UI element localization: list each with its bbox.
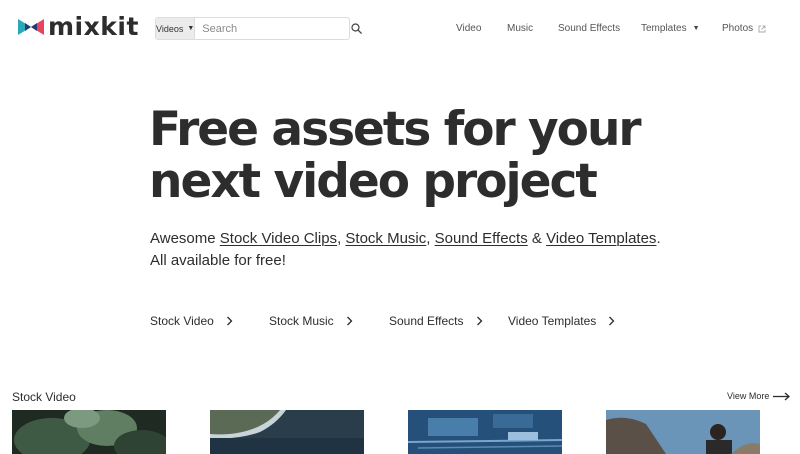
nav-video-label: Video	[456, 23, 482, 34]
view-more-link[interactable]: View More	[727, 391, 791, 401]
link-video-templates[interactable]: Video Templates	[546, 230, 656, 247]
nav-video[interactable]: Video	[456, 23, 481, 34]
category-link-sound-effects[interactable]: Sound Effects	[389, 314, 483, 328]
video-thumbnail-green-leaves[interactable]	[12, 410, 166, 454]
category-link-stock-video[interactable]: Stock Video	[150, 314, 233, 328]
person-outdoors-thumbnail-image	[606, 410, 760, 454]
subtitle-ampersand: &	[527, 230, 547, 247]
category-link-video-templates[interactable]: Video Templates	[508, 314, 615, 328]
subtitle-period: .	[656, 230, 661, 247]
category-label: Stock Music	[269, 314, 334, 328]
chevron-right-icon	[346, 316, 353, 326]
video-thumbnail-person[interactable]	[606, 410, 760, 454]
coastline-aerial-thumbnail-image	[210, 410, 364, 454]
category-label: Video Templates	[508, 314, 597, 328]
nav-music-label: Music	[507, 23, 534, 34]
external-link-icon	[758, 25, 766, 32]
view-more-label: View More	[727, 391, 770, 401]
nav-photos-label: Photos	[722, 23, 754, 34]
hero-title: Free assets for your next video project	[149, 104, 709, 208]
logo[interactable]: mixkit	[18, 14, 139, 39]
search-type-dropdown[interactable]: Videos ▼	[156, 18, 196, 39]
chevron-right-icon	[476, 316, 482, 326]
video-thumbnail-coastline[interactable]	[210, 410, 364, 454]
link-sound-effects[interactable]: Sound Effects	[435, 230, 528, 247]
logo-mark-icon	[18, 18, 44, 35]
search-input[interactable]	[195, 18, 352, 39]
site-header: mixkit Videos ▼ Video Music Sound Effect…	[0, 0, 800, 58]
video-thumbnail-circuit[interactable]	[408, 410, 562, 454]
link-stock-music[interactable]: Stock Music	[345, 230, 426, 247]
circuit-board-thumbnail-image	[408, 410, 562, 454]
hero-title-line1: Free assets for your	[149, 102, 642, 157]
stock-video-section-title: Stock Video	[12, 390, 76, 404]
hero-subtitle: Awesome Stock Video Clips, Stock Music, …	[150, 228, 710, 272]
nav-sound-effects[interactable]: Sound Effects	[558, 23, 620, 34]
nav-templates-label: Templates	[641, 23, 687, 34]
nav-photos[interactable]: Photos	[722, 23, 766, 34]
category-link-stock-music[interactable]: Stock Music	[269, 314, 353, 328]
nav-sound-effects-label: Sound Effects	[558, 23, 621, 34]
search-icon	[351, 23, 363, 34]
search-type-label: Videos	[156, 23, 184, 34]
nav-music[interactable]: Music	[507, 23, 533, 34]
green-leaves-thumbnail-image	[12, 410, 166, 454]
subtitle-prefix: Awesome	[150, 230, 220, 247]
chevron-right-icon	[609, 316, 615, 326]
logo-text: mixkit	[48, 12, 139, 41]
subtitle-line2: All available for free!	[150, 252, 286, 269]
subtitle-comma: ,	[426, 230, 435, 247]
arrow-right-icon	[773, 392, 791, 400]
nav-templates[interactable]: Templates ▼	[641, 23, 700, 34]
category-label: Sound Effects	[389, 314, 464, 328]
search-button[interactable]	[351, 18, 363, 39]
link-stock-video-clips[interactable]: Stock Video Clips	[220, 230, 337, 247]
hero-title-line2: next video project	[149, 154, 598, 209]
caret-down-icon: ▼	[692, 25, 700, 32]
search-bar: Videos ▼	[155, 17, 363, 40]
chevron-right-icon	[226, 316, 233, 326]
caret-down-icon: ▼	[187, 25, 195, 32]
category-label: Stock Video	[150, 314, 214, 328]
